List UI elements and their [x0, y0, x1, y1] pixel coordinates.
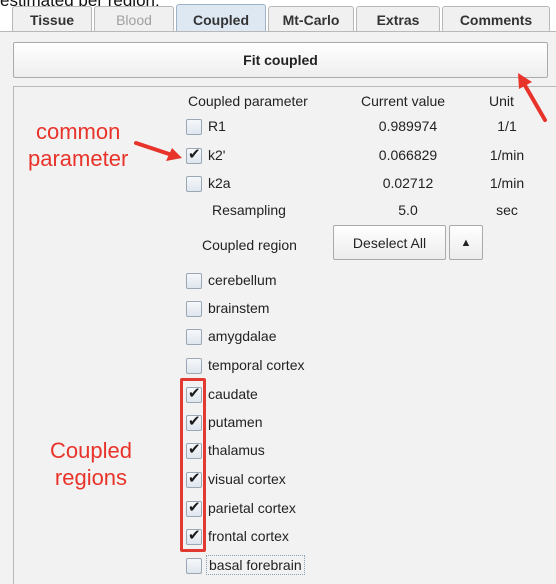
annotation-coupled-regions: Coupled regions: [50, 437, 132, 491]
annotation-line: Coupled: [50, 438, 132, 463]
region-label: brainstem: [208, 300, 270, 316]
region-label: caudate: [208, 386, 258, 402]
fit-coupled-button[interactable]: Fit coupled: [13, 42, 548, 78]
param-unit-k2a: 1/min: [489, 175, 525, 191]
tab-comments[interactable]: Comments: [442, 6, 550, 32]
highlight-box: [180, 378, 206, 552]
tab-mt-carlo[interactable]: Mt-Carlo: [268, 6, 354, 32]
tab-coupled[interactable]: Coupled: [176, 4, 266, 34]
resampling-unit: sec: [496, 202, 518, 218]
region-checkbox[interactable]: [186, 301, 202, 317]
tab-extras[interactable]: Extras: [356, 6, 440, 32]
region-checkbox[interactable]: [186, 329, 202, 345]
annotation-line: common: [35, 119, 121, 144]
col-header-parameter: Coupled parameter: [188, 93, 308, 109]
param-value-k2p: 0.066829: [378, 147, 438, 163]
param-value-k2a: 0.02712: [382, 175, 434, 191]
col-header-unit: Unit: [489, 93, 514, 109]
param-label-k2a: k2a: [208, 175, 231, 191]
param-label-r1: R1: [208, 118, 226, 134]
check-icon: ✔: [188, 146, 201, 163]
coupled-region-label: Coupled region: [202, 237, 297, 253]
region-label: cerebellum: [208, 272, 277, 288]
resampling-label: Resampling: [212, 202, 286, 218]
param-checkbox-r1[interactable]: [186, 119, 202, 135]
region-checkbox[interactable]: [186, 273, 202, 289]
annotation-line: parameter: [28, 146, 129, 171]
tab-blood: Blood: [94, 6, 174, 32]
param-checkbox-k2p[interactable]: ✔: [186, 146, 202, 164]
tab-tissue[interactable]: Tissue: [12, 6, 92, 32]
region-label: parietal cortex: [208, 500, 296, 516]
param-unit-r1: 1/1: [497, 118, 517, 134]
param-label-k2p: k2': [208, 147, 226, 163]
param-value-r1: 0.989974: [378, 118, 438, 134]
triangle-up-icon: ▲: [460, 236, 472, 249]
region-checkbox[interactable]: [186, 558, 202, 574]
region-label: temporal cortex: [208, 357, 305, 373]
deselect-all-button[interactable]: Deselect All: [333, 225, 446, 260]
tab-bar: Tissue Blood Coupled Mt-Carlo Extras Com…: [12, 4, 556, 34]
region-label: frontal cortex: [208, 528, 289, 544]
resampling-value[interactable]: 5.0: [348, 202, 468, 218]
collapse-up-button[interactable]: ▲: [449, 225, 483, 260]
col-header-value: Current value: [361, 93, 446, 109]
annotation-common-parameter: common parameter: [28, 118, 128, 172]
region-checkbox[interactable]: [186, 358, 202, 374]
annotation-line: regions: [54, 465, 128, 490]
region-label: visual cortex: [208, 471, 286, 487]
region-label: amygdalae: [208, 328, 277, 344]
param-unit-k2p: 1/min: [489, 147, 525, 163]
region-label: thalamus: [208, 442, 265, 458]
param-checkbox-k2a[interactable]: [186, 176, 202, 192]
region-label: putamen: [208, 414, 263, 430]
region-label-focused: basal forebrain: [206, 555, 305, 575]
